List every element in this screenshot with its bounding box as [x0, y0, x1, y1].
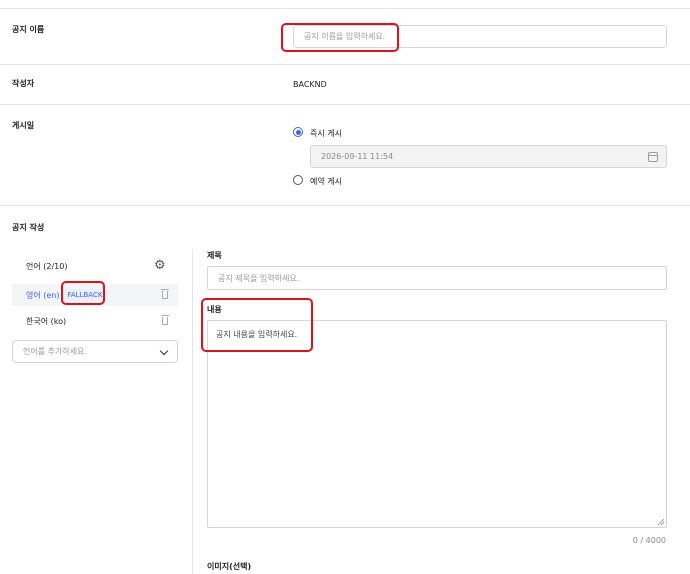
image-label: 이미지(선택): [207, 562, 252, 571]
immediate-radio[interactable]: [293, 127, 303, 137]
divider: [0, 205, 690, 206]
divider: [0, 104, 690, 105]
char-counter: 0 / 4000: [632, 536, 666, 545]
language-item-ko[interactable]: 한국어 (ko): [12, 310, 178, 332]
title-input[interactable]: 공지 제목을 입력하세요.: [207, 266, 667, 290]
language-item-label: 영어 (en): [26, 290, 60, 300]
trash-icon[interactable]: [161, 289, 169, 299]
notice-name-label: 공지 이름: [12, 25, 45, 34]
title-placeholder: 공지 제목을 입력하세요.: [218, 273, 300, 283]
trash-icon[interactable]: [161, 315, 169, 325]
resize-handle[interactable]: [658, 519, 664, 525]
compose-label: 공지 작성: [12, 223, 45, 232]
datetime-value: 2026-09-11 11:54: [321, 152, 394, 161]
language-item-en[interactable]: 영어 (en) FALLBACK: [12, 284, 178, 306]
divider: [0, 64, 690, 65]
vertical-divider: [192, 250, 193, 574]
add-language-placeholder: 언어를 추가하세요.: [23, 347, 87, 356]
title-label: 제목: [207, 251, 222, 260]
chevron-down-icon: [159, 346, 169, 356]
add-language-select[interactable]: 언어를 추가하세요.: [12, 340, 178, 363]
datetime-input: 2026-09-11 11:54: [310, 145, 667, 168]
language-header: 언어 (2/10): [26, 262, 68, 271]
calendar-icon: [648, 152, 658, 162]
content-textarea[interactable]: 공지 내용을 입력하세요.: [207, 320, 667, 528]
content-placeholder: 공지 내용을 입력하세요.: [216, 330, 298, 339]
notice-name-placeholder: 공지 이름을 입력하세요.: [304, 32, 386, 41]
gear-icon[interactable]: ⚙: [154, 259, 166, 272]
fallback-badge: FALLBACK: [64, 289, 106, 301]
notice-name-input[interactable]: 공지 이름을 입력하세요.: [293, 25, 667, 48]
scheduled-radio[interactable]: [293, 175, 303, 185]
post-date-label: 게시일: [12, 121, 35, 130]
author-label: 작성자: [12, 79, 35, 88]
language-item-label: 한국어 (ko): [26, 316, 67, 326]
notice-form: 공지 이름 공지 이름을 입력하세요. 작성자 BACKND 게시일 즉시 게시…: [0, 0, 690, 574]
content-label: 내용: [207, 305, 222, 314]
scheduled-radio-label[interactable]: 예약 게시: [310, 176, 342, 187]
divider: [0, 8, 690, 9]
immediate-radio-label[interactable]: 즉시 게시: [310, 128, 342, 139]
author-value: BACKND: [293, 80, 327, 89]
